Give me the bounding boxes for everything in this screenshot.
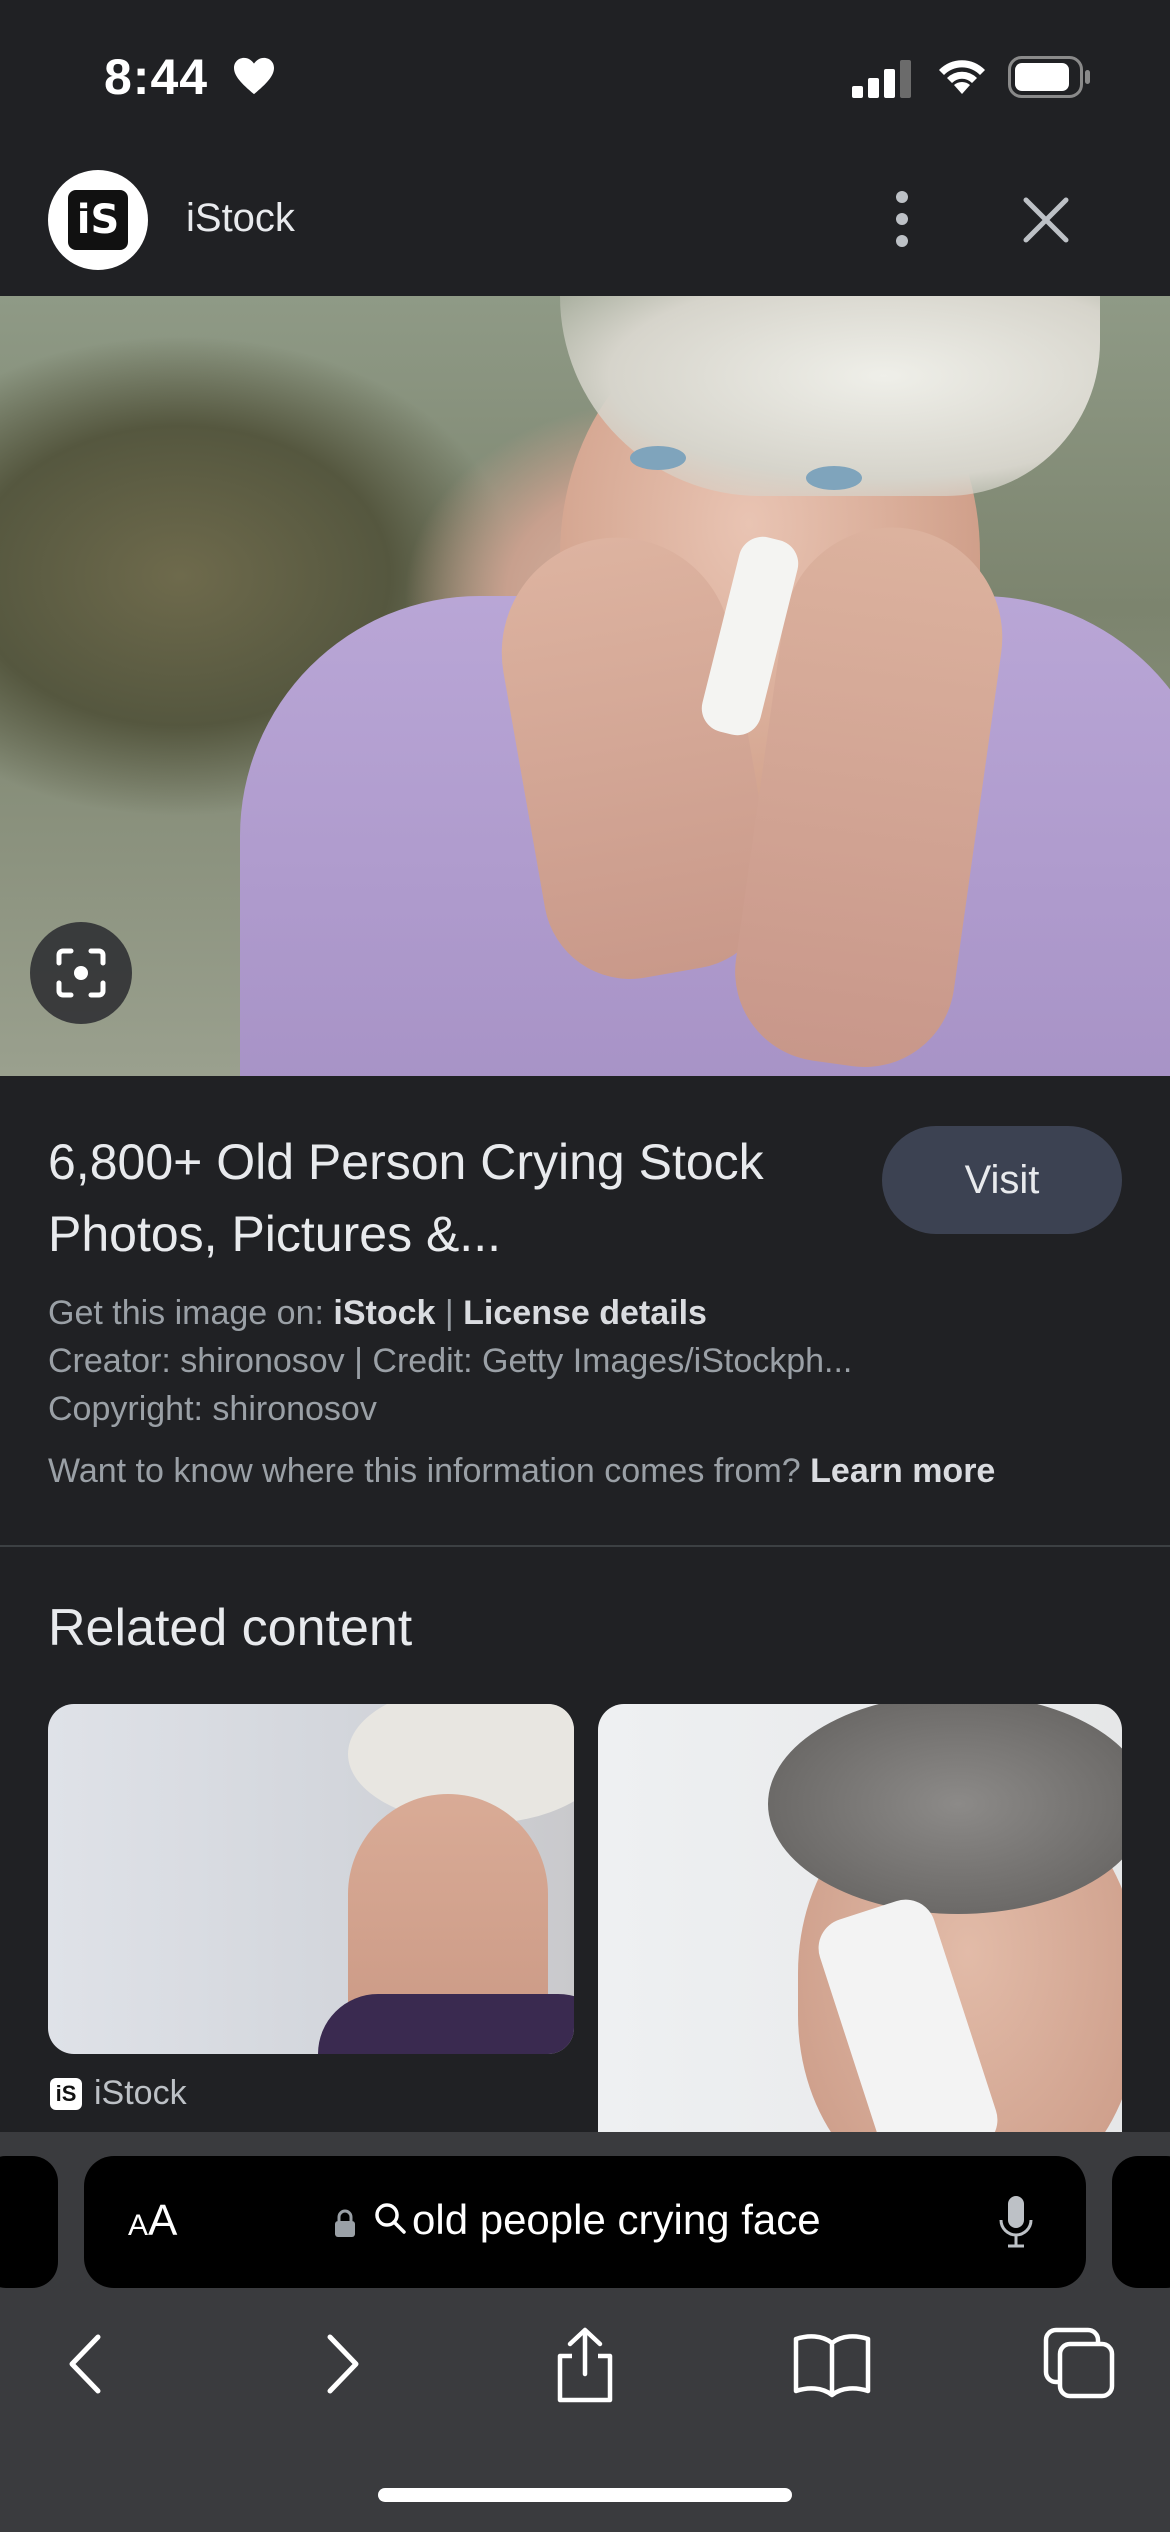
info-question: Want to know where this information come… [48,1452,811,1490]
heart-icon [234,57,274,95]
photo-sleeve [318,1994,574,2054]
status-time: 8:44 [104,49,209,105]
lens-icon [56,948,106,998]
site-logo[interactable]: iS [48,170,148,270]
related-source[interactable]: iS iStock [50,2074,187,2113]
tabs-icon [1043,2327,1115,2399]
forward-button[interactable] [300,2324,380,2404]
more-options-icon[interactable] [872,184,932,254]
aa-large: A [148,2196,178,2245]
result-title[interactable]: 6,800+ Old Person Crying Stock Photos, P… [48,1126,828,1270]
address-bar[interactable]: AA old people crying face [84,2156,1086,2288]
back-button[interactable] [48,2324,128,2404]
related-source-name: iStock [94,2074,187,2112]
lock-icon [335,2209,355,2237]
separator: | [435,1294,464,1332]
next-tab-peek[interactable] [1112,2156,1170,2288]
microphone-icon[interactable] [998,2194,1034,2250]
copyright-line: Copyright: shironosov [48,1390,377,1428]
share-icon [557,2327,613,2403]
cellular-signal-icon [852,60,911,98]
related-image-card[interactable] [598,1704,1122,2134]
image-info-panel: 6,800+ Old Person Crying Stock Photos, P… [0,1076,1170,1546]
wifi-icon [939,60,985,94]
related-content-heading: Related content [48,1599,413,1657]
photo-eye [806,466,862,490]
main-image[interactable] [0,296,1170,1076]
book-icon [793,2334,871,2398]
aa-small: A [128,2209,149,2242]
istock-favicon: iS [50,2077,82,2110]
share-button[interactable] [545,2324,625,2404]
source-link[interactable]: iStock [333,1294,435,1332]
close-icon[interactable] [1016,190,1076,250]
search-icon [375,2203,406,2234]
license-details-link[interactable]: License details [463,1294,707,1332]
info-source-line: Want to know where this information come… [48,1452,995,1491]
get-image-prefix: Get this image on: [48,1294,334,1332]
visit-button[interactable]: Visit [882,1126,1122,1234]
google-lens-button[interactable] [30,922,132,1024]
status-bar: 8:44 [0,0,1170,150]
learn-more-link[interactable]: Learn more [810,1452,995,1490]
related-image-card[interactable] [48,1704,574,2054]
divider [0,1545,1170,1547]
site-name[interactable]: iStock [186,196,295,241]
bookmarks-button[interactable] [792,2324,872,2404]
tabs-button[interactable] [1040,2324,1120,2404]
image-source-line: Get this image on: iStock | License deta… [48,1294,707,1333]
address-text[interactable]: old people crying face [412,2196,821,2244]
chevron-right-icon [327,2334,359,2394]
chevron-left-icon [69,2334,101,2394]
site-header: iS iStock [0,150,1170,296]
istock-logo-mark: iS [68,190,128,250]
page-settings-button[interactable]: AA [128,2196,177,2246]
photo-eye [630,446,686,470]
battery-icon [1008,56,1090,98]
creator-line: Creator: shironosov | Credit: Getty Imag… [48,1342,853,1380]
previous-tab-peek[interactable] [0,2156,58,2288]
home-indicator [378,2488,792,2502]
